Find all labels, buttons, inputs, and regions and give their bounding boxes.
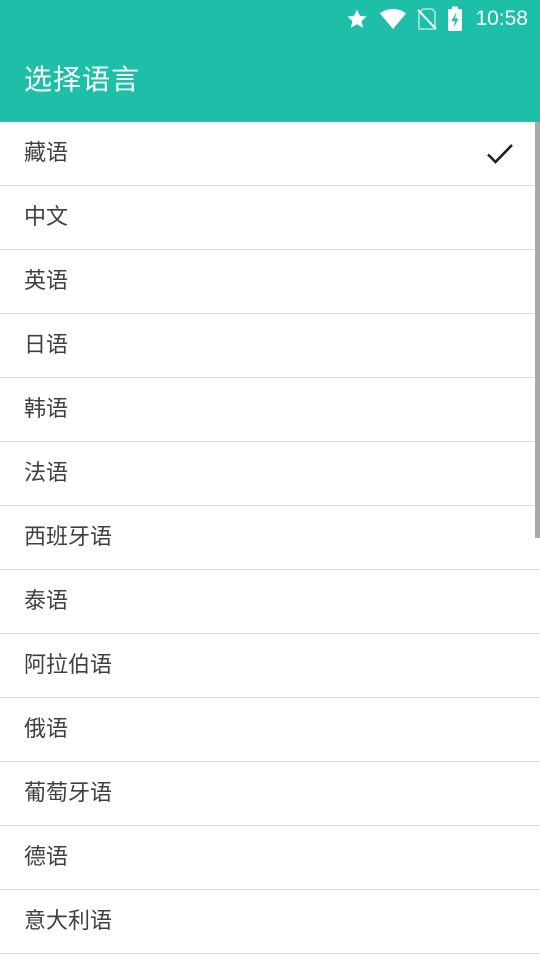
status-icons: 10:58 xyxy=(345,0,528,38)
list-item-russian[interactable]: 俄语 xyxy=(0,698,540,762)
list-item-spanish[interactable]: 西班牙语 xyxy=(0,506,540,570)
app-bar: 选择语言 xyxy=(0,38,540,122)
list-item-italian[interactable]: 意大利语 xyxy=(0,890,540,954)
list-item-label: 意大利语 xyxy=(24,908,113,934)
list-item-label: 日语 xyxy=(24,332,69,358)
list-item-japanese[interactable]: 日语 xyxy=(0,314,540,378)
no-sim-icon xyxy=(417,7,438,31)
list-item-label: 德语 xyxy=(24,844,69,870)
list-item-french[interactable]: 法语 xyxy=(0,442,540,506)
list-item-korean[interactable]: 韩语 xyxy=(0,378,540,442)
list-item-thai[interactable]: 泰语 xyxy=(0,570,540,634)
list-item-label: 英语 xyxy=(24,268,69,294)
check-icon xyxy=(486,141,514,167)
list-item-tibetan[interactable]: 藏语 xyxy=(0,122,540,186)
list-item-label: 阿拉伯语 xyxy=(24,652,113,678)
page-title: 选择语言 xyxy=(24,63,141,96)
list-item-label: 法语 xyxy=(24,460,69,486)
battery-charging-icon xyxy=(447,6,463,32)
list-item-label: 葡萄牙语 xyxy=(24,780,113,806)
list-item-arabic[interactable]: 阿拉伯语 xyxy=(0,634,540,698)
screen: 10:58 选择语言 藏语 中文 英语 日语 韩语 法语 西班牙语 泰语 阿拉伯… xyxy=(0,0,540,969)
status-bar: 10:58 xyxy=(0,0,540,38)
list-item-label: 韩语 xyxy=(24,396,69,422)
list-item-label: 中文 xyxy=(24,204,69,230)
status-time: 10:58 xyxy=(475,7,528,30)
language-list[interactable]: 藏语 中文 英语 日语 韩语 法语 西班牙语 泰语 阿拉伯语 俄语 葡萄牙语 德… xyxy=(0,122,540,969)
star-icon xyxy=(345,7,369,31)
list-item-german[interactable]: 德语 xyxy=(0,826,540,890)
wifi-icon xyxy=(379,7,407,31)
list-item-label: 西班牙语 xyxy=(24,524,113,550)
list-item-portuguese[interactable]: 葡萄牙语 xyxy=(0,762,540,826)
list-item-label: 藏语 xyxy=(24,140,69,166)
list-item-label: 泰语 xyxy=(24,588,69,614)
scrollbar[interactable] xyxy=(535,122,540,538)
list-item-label: 俄语 xyxy=(24,716,69,742)
list-item-chinese[interactable]: 中文 xyxy=(0,186,540,250)
list-item-english[interactable]: 英语 xyxy=(0,250,540,314)
